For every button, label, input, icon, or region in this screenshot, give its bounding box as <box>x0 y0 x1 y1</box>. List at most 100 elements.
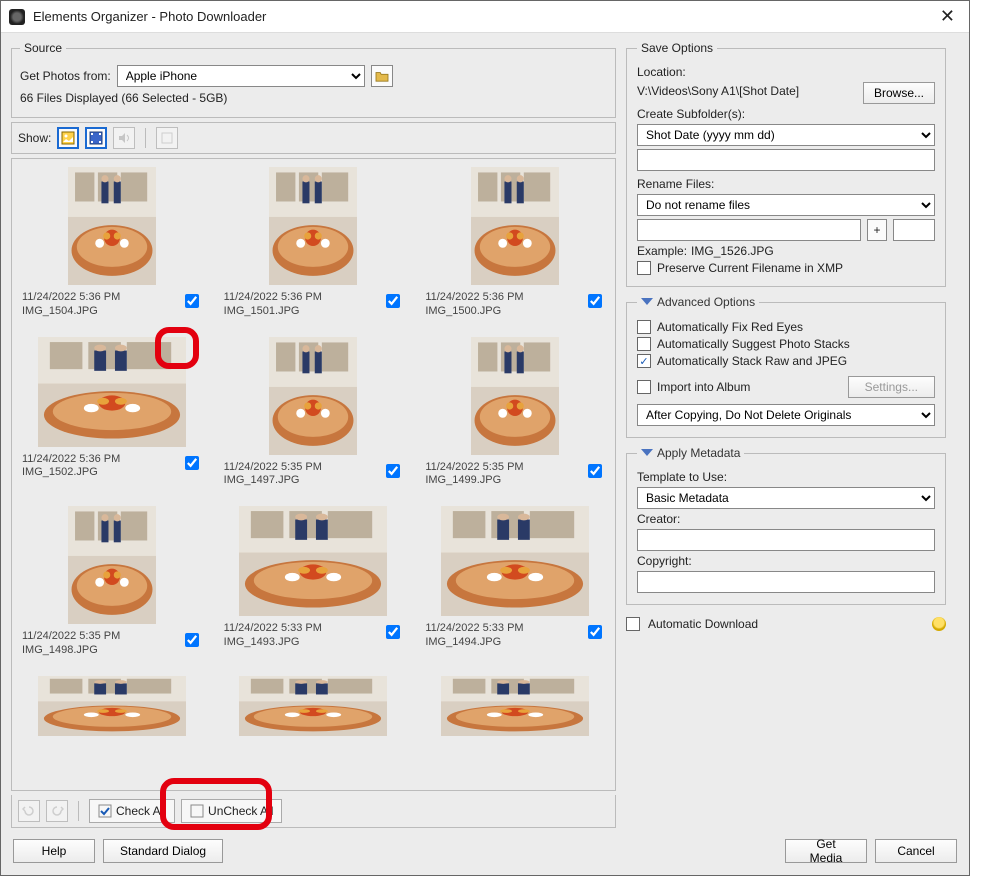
device-select[interactable]: Apple iPhone <box>117 65 365 87</box>
thumbnail-cell: 11/24/2022 5:36 PM IMG_1504.JPG <box>22 167 202 319</box>
metadata-legend: Apply Metadata <box>637 446 744 460</box>
cancel-button[interactable]: Cancel <box>875 839 957 863</box>
thumbnail-cell: 11/24/2022 5:33 PM IMG_1493.JPG <box>224 506 404 658</box>
location-path: V:\Videos\Sony A1\[Shot Date] <box>637 84 857 98</box>
show-images-icon[interactable] <box>57 127 79 149</box>
thumb-date: 11/24/2022 5:35 PM <box>425 461 523 475</box>
thumbnail-image[interactable] <box>269 337 357 455</box>
thumb-checkbox[interactable] <box>588 625 602 639</box>
uncheck-all-label: UnCheck All <box>208 804 273 818</box>
copyright-input[interactable] <box>637 571 935 593</box>
get-from-label: Get Photos from: <box>20 69 111 83</box>
preserve-xmp-label: Preserve Current Filename in XMP <box>657 261 843 275</box>
bottom-divider <box>78 801 79 821</box>
thumbnail-cell: 11/24/2022 5:33 PM IMG_1494.JPG <box>425 506 605 658</box>
show-video-icon[interactable] <box>85 127 107 149</box>
thumb-filename: IMG_1494.JPG <box>425 636 523 650</box>
show-label: Show: <box>18 131 51 145</box>
thumb-checkbox[interactable] <box>588 294 602 308</box>
save-options-fieldset: Save Options Location: V:\Videos\Sony A1… <box>626 41 946 287</box>
copyright-label: Copyright: <box>637 554 935 568</box>
toolbar-divider <box>145 128 146 148</box>
uncheck-all-button[interactable]: UnCheck All <box>181 799 282 823</box>
browse-button[interactable]: Browse... <box>863 82 935 104</box>
thumbnail-image[interactable] <box>239 506 387 616</box>
subfolder-select[interactable]: Shot Date (yyyy mm dd) <box>637 124 935 146</box>
lightbulb-icon <box>932 617 946 631</box>
source-fieldset: Source Get Photos from: Apple iPhone 66 … <box>11 41 616 118</box>
thumb-checkbox[interactable] <box>185 294 199 308</box>
bottom-bar: Check All UnCheck All <box>11 795 616 828</box>
thumbnail-cell: 11/24/2022 5:35 PM IMG_1498.JPG <box>22 506 202 658</box>
thumbnail-image[interactable] <box>38 337 186 447</box>
thumb-checkbox[interactable] <box>386 464 400 478</box>
red-eye-label: Automatically Fix Red Eyes <box>657 320 803 334</box>
close-icon[interactable]: ✕ <box>934 4 961 29</box>
standard-dialog-button[interactable]: Standard Dialog <box>103 839 223 863</box>
stack-raw-jpeg-label: Automatically Stack Raw and JPEG <box>657 354 847 368</box>
thumbnail-image[interactable] <box>471 167 559 285</box>
thumbnail-image[interactable] <box>38 676 186 736</box>
left-column: Source Get Photos from: Apple iPhone 66 … <box>11 41 616 828</box>
thumbnail-image[interactable] <box>68 506 156 624</box>
thumbnail-image[interactable] <box>441 506 589 616</box>
thumbnail-cell <box>22 676 202 736</box>
thumb-checkbox[interactable] <box>588 464 602 478</box>
thumb-filename: IMG_1502.JPG <box>22 466 120 480</box>
thumb-checkbox[interactable] <box>185 456 199 470</box>
after-copy-select[interactable]: After Copying, Do Not Delete Originals <box>637 404 935 426</box>
auto-download-label: Automatic Download <box>648 617 758 631</box>
thumbnail-cell: 11/24/2022 5:36 PM IMG_1501.JPG <box>224 167 404 319</box>
right-column: Save Options Location: V:\Videos\Sony A1… <box>626 41 946 828</box>
create-subfolder-label: Create Subfolder(s): <box>637 107 935 121</box>
settings-button: Settings... <box>848 376 935 398</box>
thumbnail-image[interactable] <box>239 676 387 736</box>
import-album-checkbox[interactable] <box>637 380 651 394</box>
thumbnail-image[interactable] <box>471 337 559 455</box>
thumb-filename: IMG_1499.JPG <box>425 474 523 488</box>
auto-download-checkbox[interactable] <box>626 617 640 631</box>
titlebar: Elements Organizer - Photo Downloader ✕ <box>1 1 969 33</box>
disclosure-icon[interactable] <box>641 298 653 308</box>
rename-select[interactable]: Do not rename files <box>637 194 935 216</box>
stack-raw-jpeg-checkbox[interactable] <box>637 354 651 368</box>
get-media-button[interactable]: Get Media <box>785 839 867 863</box>
thumb-filename: IMG_1504.JPG <box>22 305 120 319</box>
show-audio-icon <box>113 127 135 149</box>
disclosure-icon[interactable] <box>641 449 653 459</box>
dialog-body: Source Get Photos from: Apple iPhone 66 … <box>1 33 969 828</box>
thumb-checkbox[interactable] <box>386 294 400 308</box>
check-all-button[interactable]: Check All <box>89 799 175 823</box>
subfolder-input[interactable] <box>637 149 935 171</box>
template-select[interactable]: Basic Metadata <box>637 487 935 509</box>
metadata-fieldset: Apply Metadata Template to Use: Basic Me… <box>626 446 946 605</box>
thumb-filename: IMG_1501.JPG <box>224 305 322 319</box>
thumbnail-cell: 11/24/2022 5:36 PM IMG_1502.JPG <box>22 337 202 489</box>
thumbnail-scroll[interactable]: 11/24/2022 5:36 PM IMG_1504.JPG 11/24/20… <box>12 159 615 790</box>
plus-label: + <box>867 219 887 241</box>
rename-suffix-input[interactable] <box>893 219 935 241</box>
show-other-icon <box>156 127 178 149</box>
suggest-stacks-checkbox[interactable] <box>637 337 651 351</box>
thumbnail-cell <box>425 676 605 736</box>
thumbnail-image[interactable] <box>441 676 589 736</box>
red-eye-checkbox[interactable] <box>637 320 651 334</box>
thumbnail-pane: 11/24/2022 5:36 PM IMG_1504.JPG 11/24/20… <box>11 158 616 791</box>
creator-input[interactable] <box>637 529 935 551</box>
rotate-left-icon <box>18 800 40 822</box>
thumbnail-cell: 11/24/2022 5:35 PM IMG_1497.JPG <box>224 337 404 489</box>
advanced-fieldset: Advanced Options Automatically Fix Red E… <box>626 295 946 438</box>
preserve-xmp-checkbox[interactable] <box>637 261 651 275</box>
thumb-date: 11/24/2022 5:35 PM <box>22 630 120 644</box>
browse-folder-button[interactable] <box>371 65 393 87</box>
thumb-date: 11/24/2022 5:33 PM <box>224 622 322 636</box>
help-button[interactable]: Help <box>13 839 95 863</box>
rename-input[interactable] <box>637 219 861 241</box>
thumbnail-grid: 11/24/2022 5:36 PM IMG_1504.JPG 11/24/20… <box>22 167 605 736</box>
thumb-checkbox[interactable] <box>185 633 199 647</box>
check-all-label: Check All <box>116 804 166 818</box>
location-label: Location: <box>637 65 935 79</box>
thumb-checkbox[interactable] <box>386 625 400 639</box>
thumbnail-image[interactable] <box>269 167 357 285</box>
thumbnail-image[interactable] <box>68 167 156 285</box>
